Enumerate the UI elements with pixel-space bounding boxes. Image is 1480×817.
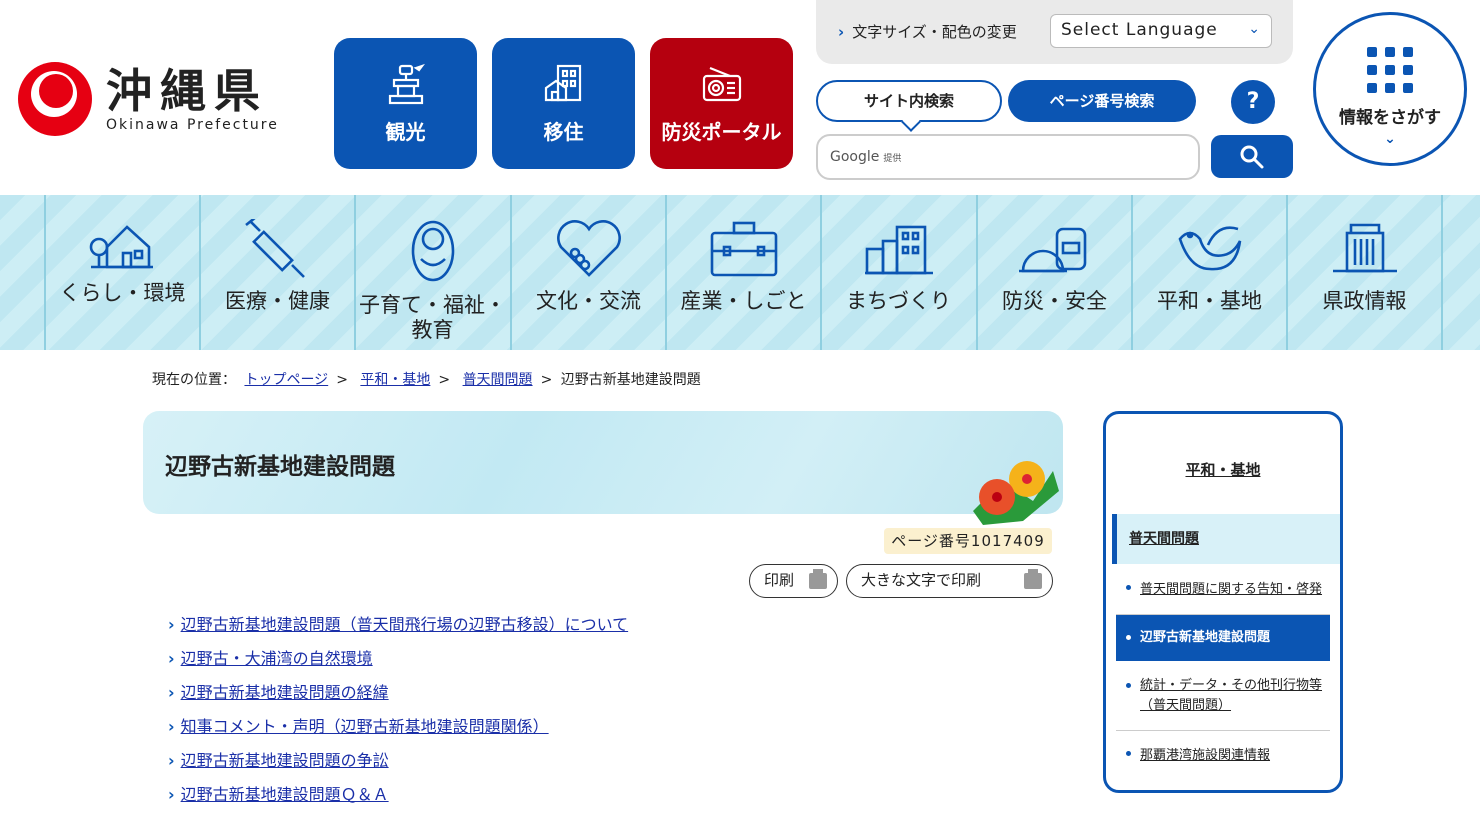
gnav-item-living[interactable]: くらし・環境 bbox=[44, 195, 199, 350]
language-select[interactable]: Select Language ⌄ bbox=[1050, 14, 1272, 48]
quick-link-tourism[interactable]: 観光 bbox=[334, 38, 477, 169]
side-nav: 平和・基地 普天間問題 普天間問題に関する告知・啓発 辺野古新基地建設問題 統計… bbox=[1103, 411, 1343, 793]
side-nav-item-active[interactable]: 辺野古新基地建設問題 bbox=[1116, 615, 1330, 661]
breadcrumb-link-futenma[interactable]: 普天間問題 bbox=[463, 372, 533, 388]
side-nav-item[interactable]: 統計・データ・その他刊行物等（普天間問題） bbox=[1116, 676, 1330, 720]
logo-name-en: Okinawa Prefecture bbox=[106, 117, 279, 133]
print-button[interactable]: 印刷 bbox=[749, 564, 838, 598]
house-icon bbox=[89, 225, 153, 269]
text-size-color-link[interactable]: › 文字サイズ・配色の変更 bbox=[838, 21, 1017, 42]
search-input[interactable]: Google 提供 bbox=[816, 134, 1200, 180]
tab-page-number-search[interactable]: ページ番号検索 bbox=[1008, 80, 1196, 122]
find-info-button[interactable]: 情報をさがす ⌄ bbox=[1313, 12, 1467, 166]
page-title: 辺野古新基地建設問題 bbox=[165, 454, 395, 480]
gnav-item-industry[interactable]: 産業・しごと bbox=[665, 195, 820, 350]
breadcrumb-link-peace[interactable]: 平和・基地 bbox=[360, 372, 430, 388]
print-large-button[interactable]: 大きな文字で印刷 bbox=[846, 564, 1053, 598]
quick-link-label: 観光 bbox=[385, 120, 426, 144]
site-logo[interactable]: 沖縄県 Okinawa Prefecture bbox=[18, 62, 279, 136]
search-button[interactable] bbox=[1211, 135, 1293, 178]
list-item: › 辺野古新基地建設問題（普天間飛行場の辺野古移設）について bbox=[168, 615, 629, 634]
page-number-badge: ページ番号1017409 bbox=[884, 528, 1052, 554]
content-link-list: › 辺野古新基地建設問題（普天間飛行場の辺野古移設）について › 辺野古・大浦湾の自… bbox=[168, 613, 628, 817]
grid-icon bbox=[1316, 47, 1464, 93]
gnav-item-town[interactable]: まちづくり bbox=[820, 195, 975, 350]
bullet-icon bbox=[1126, 585, 1131, 590]
gnav-item-childcare[interactable]: 子育て・福祉・教育 bbox=[354, 195, 509, 350]
find-info-label: 情報をさがす bbox=[1339, 108, 1441, 128]
radio-icon bbox=[702, 66, 741, 102]
syringe-icon bbox=[244, 215, 305, 278]
quick-link-disaster-portal[interactable]: 防災ポータル bbox=[650, 38, 793, 169]
dove-icon bbox=[1178, 226, 1241, 271]
hibiscus-icon bbox=[973, 461, 1059, 525]
building-icon bbox=[544, 64, 581, 102]
printer-icon bbox=[809, 569, 827, 589]
list-item: › 辺野古新基地建設問題の経緯 bbox=[168, 683, 389, 702]
prefecture-emblem-icon bbox=[18, 62, 92, 136]
side-nav-subheading[interactable]: 普天間問題 bbox=[1112, 514, 1340, 564]
list-item: › 知事コメント・声明（辺野古新基地建設問題関係） bbox=[168, 717, 549, 736]
breadcrumb-current: 辺野古新基地建設問題 bbox=[560, 372, 701, 388]
chevron-right-icon: › bbox=[168, 683, 175, 702]
side-nav-item[interactable]: 普天間問題に関する告知・啓発 bbox=[1116, 578, 1330, 608]
breadcrumb-link-top[interactable]: トップページ bbox=[244, 372, 328, 388]
list-item: › 辺野古新基地建設問題の争訟 bbox=[168, 751, 389, 770]
global-nav: くらし・環境 医療・健康 子育て・福祉・教育 文化・交流 産業・しごと まちづく… bbox=[0, 195, 1480, 350]
logo-name-jp: 沖縄県 bbox=[106, 64, 268, 118]
chevron-down-icon: ⌄ bbox=[1248, 21, 1261, 37]
gnav-item-government[interactable]: 県政情報 bbox=[1286, 195, 1441, 350]
chevron-right-icon: › bbox=[168, 751, 175, 770]
side-nav-heading[interactable]: 平和・基地 bbox=[1106, 459, 1340, 480]
help-button[interactable]: ? bbox=[1231, 80, 1275, 124]
bullet-icon bbox=[1126, 683, 1131, 688]
baby-icon bbox=[411, 220, 454, 282]
bullet-icon bbox=[1126, 751, 1131, 756]
chevron-right-icon: › bbox=[168, 717, 175, 736]
briefcase-icon bbox=[710, 221, 777, 277]
side-nav-item[interactable]: 那覇港湾施設関連情報 bbox=[1116, 744, 1330, 768]
breadcrumb: 現在の位置： トップページ > 平和・基地 > 普天間問題 > 辺野古新基地建設問題 bbox=[152, 372, 701, 388]
gnav-item-culture[interactable]: 文化・交流 bbox=[510, 195, 665, 350]
handshake-heart-icon bbox=[556, 220, 621, 277]
chevron-right-icon: › bbox=[168, 649, 175, 668]
chevron-right-icon: › bbox=[838, 23, 845, 41]
government-building-icon bbox=[1332, 223, 1397, 273]
bullet-icon bbox=[1126, 635, 1131, 640]
printer-icon bbox=[1024, 569, 1042, 589]
gnav-item-peace[interactable]: 平和・基地 bbox=[1131, 195, 1286, 350]
gnav-item-safety[interactable]: 防災・安全 bbox=[976, 195, 1131, 350]
search-icon bbox=[1240, 145, 1264, 168]
tower-icon bbox=[388, 63, 425, 105]
list-item: › 辺野古・大浦湾の自然環境 bbox=[168, 649, 373, 668]
quick-link-label: 防災ポータル bbox=[661, 120, 782, 144]
tab-site-search[interactable]: サイト内検索 bbox=[816, 80, 1002, 122]
quick-link-relocation[interactable]: 移住 bbox=[492, 38, 635, 169]
site-header: 沖縄県 Okinawa Prefecture 観光 移住 防災ポータル › 文字サ… bbox=[0, 0, 1480, 195]
chevron-right-icon: › bbox=[168, 615, 175, 634]
chevron-down-icon: ⌄ bbox=[1384, 131, 1396, 147]
quick-link-label: 移住 bbox=[543, 120, 584, 144]
helmet-backpack-icon bbox=[1018, 227, 1086, 273]
city-icon bbox=[864, 225, 933, 275]
gnav-item-medical[interactable]: 医療・健康 bbox=[199, 195, 354, 350]
chevron-right-icon: › bbox=[168, 785, 175, 804]
page-title-banner: 辺野古新基地建設問題 bbox=[143, 411, 1063, 525]
google-brand: Google bbox=[830, 149, 880, 165]
tools-bar: › 文字サイズ・配色の変更 Select Language ⌄ bbox=[816, 0, 1293, 64]
